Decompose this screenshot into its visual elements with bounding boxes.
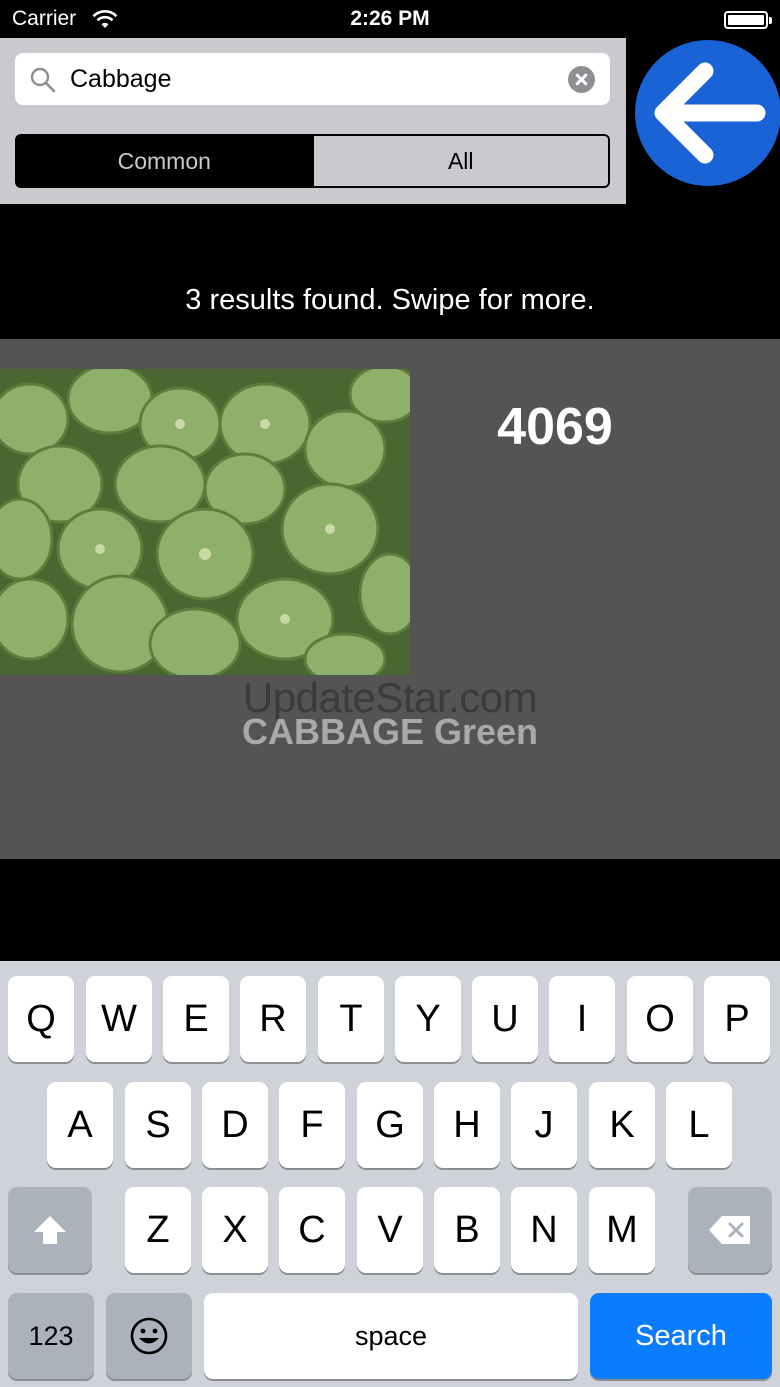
key-d[interactable]: D xyxy=(202,1082,268,1168)
emoji-icon xyxy=(130,1317,168,1355)
clock: 2:26 PM xyxy=(350,7,430,30)
scope-segmented-control: Common All xyxy=(15,134,610,188)
segment-all[interactable]: All xyxy=(311,136,608,186)
key-n[interactable]: N xyxy=(511,1187,577,1273)
key-j[interactable]: J xyxy=(511,1082,577,1168)
key-l[interactable]: L xyxy=(666,1082,732,1168)
shift-key[interactable] xyxy=(8,1187,92,1273)
key-x[interactable]: X xyxy=(202,1187,268,1273)
key-k[interactable]: K xyxy=(589,1082,655,1168)
key-r[interactable]: R xyxy=(240,976,306,1062)
segment-common[interactable]: Common xyxy=(17,136,312,186)
key-g[interactable]: G xyxy=(357,1082,423,1168)
product-name: CABBAGE Green xyxy=(241,711,539,752)
backspace-icon xyxy=(709,1216,750,1244)
key-a[interactable]: A xyxy=(47,1082,113,1168)
keyboard: Q W E R T Y U I O P A S D F G H J K L Z … xyxy=(0,961,780,1387)
key-c[interactable]: C xyxy=(279,1187,345,1273)
key-h[interactable]: H xyxy=(434,1082,500,1168)
clear-search-icon[interactable] xyxy=(568,66,595,93)
cabbage-photo xyxy=(0,369,410,675)
search-icon xyxy=(30,67,56,93)
key-u[interactable]: U xyxy=(472,976,538,1062)
search-query[interactable]: Cabbage xyxy=(70,65,171,94)
battery-icon xyxy=(724,11,772,29)
shift-arrow-icon xyxy=(34,1216,66,1244)
key-i[interactable]: I xyxy=(549,976,615,1062)
search-key[interactable]: Search xyxy=(590,1293,772,1379)
search-panel: Cabbage Common All xyxy=(0,38,626,204)
key-m[interactable]: M xyxy=(589,1187,655,1273)
backspace-key[interactable] xyxy=(688,1187,772,1273)
emoji-key[interactable] xyxy=(106,1293,192,1379)
key-w[interactable]: W xyxy=(86,976,152,1062)
key-p[interactable]: P xyxy=(704,976,770,1062)
key-s[interactable]: S xyxy=(125,1082,191,1168)
key-v[interactable]: V xyxy=(357,1187,423,1273)
numbers-key[interactable]: 123 xyxy=(8,1293,94,1379)
status-bar: Carrier 2:26 PM xyxy=(0,0,780,38)
key-z[interactable]: Z xyxy=(125,1187,191,1273)
space-key[interactable]: space xyxy=(204,1293,578,1379)
search-input[interactable]: Cabbage xyxy=(15,53,610,105)
key-e[interactable]: E xyxy=(163,976,229,1062)
key-y[interactable]: Y xyxy=(395,976,461,1062)
key-b[interactable]: B xyxy=(434,1187,500,1273)
key-f[interactable]: F xyxy=(279,1082,345,1168)
key-q[interactable]: Q xyxy=(8,976,74,1062)
plu-code: 4069 xyxy=(497,398,613,456)
back-arrow-button[interactable] xyxy=(635,38,780,188)
results-summary: 3 results found. Swipe for more. xyxy=(185,284,595,316)
key-t[interactable]: T xyxy=(318,976,384,1062)
key-o[interactable]: O xyxy=(627,976,693,1062)
result-card[interactable]: 4069 UpdateStar.com CABBAGE Green xyxy=(0,339,780,859)
